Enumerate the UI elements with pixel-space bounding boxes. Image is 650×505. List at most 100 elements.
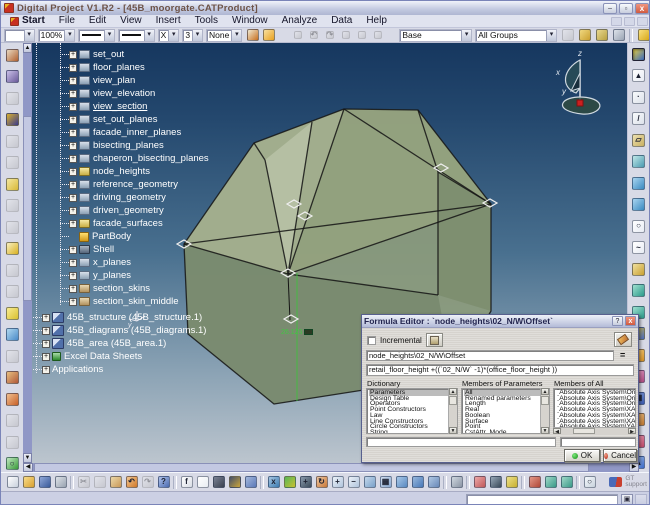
wizard-button[interactable]: [426, 333, 443, 347]
hide-show-icon[interactable]: [472, 475, 487, 490]
expand-icon[interactable]: +: [69, 168, 77, 176]
new-doc-icon[interactable]: [5, 475, 20, 490]
expand-icon[interactable]: +: [69, 116, 77, 124]
paint-match-icon[interactable]: [261, 28, 276, 43]
dialog-help-button[interactable]: ?: [612, 316, 623, 326]
menu-tools[interactable]: Tools: [188, 15, 225, 27]
expand-icon[interactable]: +: [69, 246, 77, 254]
workbench-icon[interactable]: [636, 28, 650, 43]
incremental-checkbox[interactable]: [367, 336, 376, 345]
help-arrow-icon[interactable]: ?: [156, 475, 171, 490]
part-red-icon[interactable]: [527, 475, 542, 490]
separator[interactable]: [465, 475, 471, 490]
offset-surface-icon[interactable]: [631, 283, 647, 299]
dictionary-list[interactable]: ParametersDesign TableOperatorsPoint Con…: [366, 388, 458, 434]
expand-icon[interactable]: +: [69, 181, 77, 189]
fit-all-icon[interactable]: [282, 475, 297, 490]
compass[interactable]: z x y: [549, 47, 611, 123]
menu-view[interactable]: View: [113, 15, 149, 27]
expand-icon[interactable]: +: [69, 103, 77, 111]
expand-icon[interactable]: +: [42, 327, 50, 335]
line-weight-dropdown[interactable]: ▾: [78, 29, 115, 42]
scroll-up-icon[interactable]: ▲: [449, 388, 457, 395]
cut-icon[interactable]: ✂: [76, 475, 91, 490]
scroll-right-icon[interactable]: ▶: [628, 428, 636, 434]
part-teal2-icon[interactable]: [559, 475, 574, 490]
wire-icon[interactable]: [4, 348, 20, 364]
members-all-hscrollbar[interactable]: ◀ ▶: [553, 427, 636, 434]
separator[interactable]: [442, 475, 448, 490]
dictionary-scrollbar[interactable]: ▲ ▼: [448, 388, 457, 434]
binoculars-icon[interactable]: [4, 112, 20, 128]
point-icon[interactable]: ·: [631, 89, 647, 105]
iso-box-icon[interactable]: [394, 475, 409, 490]
copy-view-icon[interactable]: [4, 133, 20, 149]
formula-input-field[interactable]: retail_floor_height +((`02_N/W` -1)*(off…: [366, 364, 634, 376]
tree-item[interactable]: + view_elevation: [60, 87, 209, 100]
revolve-icon[interactable]: [631, 175, 647, 191]
erase-formula-button[interactable]: [614, 332, 632, 347]
members-params-scrollbar[interactable]: ▲ ▼: [540, 388, 549, 434]
scroll-up-icon[interactable]: ▲: [23, 43, 32, 53]
scroll-down-icon[interactable]: ▼: [449, 427, 457, 434]
iso-view-box-icon[interactable]: [631, 46, 647, 62]
knife-icon-1[interactable]: [594, 28, 609, 43]
group-icon[interactable]: [4, 413, 20, 429]
tree-item[interactable]: + PartBody: [60, 230, 209, 243]
chevron-down-icon[interactable]: ▾: [546, 30, 556, 41]
groups-dropdown[interactable]: All Groups ▾: [475, 29, 557, 42]
power-input-exec-button[interactable]: ▣: [621, 494, 633, 505]
rotate-icon[interactable]: ↻: [314, 475, 329, 490]
separator[interactable]: [69, 475, 75, 490]
scroll-down-icon[interactable]: ▼: [541, 427, 549, 434]
erase-alt-icon[interactable]: [4, 198, 20, 214]
tree-vertical-scrollbar[interactable]: ▲ ▼: [23, 43, 32, 463]
circle-icon[interactable]: ○: [631, 218, 647, 234]
expand-icon[interactable]: +: [69, 207, 77, 215]
knife-icon-2[interactable]: [611, 28, 626, 43]
cancel-button[interactable]: Cancel: [603, 449, 637, 462]
hand-icon[interactable]: [4, 284, 20, 300]
chevron-down-icon[interactable]: ▾: [64, 30, 74, 41]
paste-view-icon[interactable]: [4, 155, 20, 171]
palette-icon[interactable]: [4, 370, 20, 386]
paste-icon[interactable]: [108, 475, 123, 490]
lock-icon[interactable]: [227, 475, 242, 490]
expand-icon[interactable]: +: [69, 142, 77, 150]
axis-tool-icon[interactable]: [4, 391, 20, 407]
expand-icon[interactable]: +: [69, 64, 77, 72]
catalog-folder-icon[interactable]: [577, 28, 592, 43]
tree-item[interactable]: + y_planes: [60, 269, 209, 282]
result-field[interactable]: [366, 437, 556, 447]
expand-icon[interactable]: +: [69, 129, 77, 137]
members-params-list[interactable]: AllRenamed parametersLengthRealBooleanSu…: [461, 388, 550, 434]
chevron-down-icon[interactable]: ▾: [192, 30, 202, 41]
battery-icon[interactable]: [504, 475, 519, 490]
spline-icon[interactable]: ~: [631, 240, 647, 256]
dialog-title-bar[interactable]: Formula Editor : `node_heights\02_N/W\Of…: [362, 315, 638, 328]
knowledge-icon[interactable]: [243, 475, 258, 490]
comment-icon[interactable]: [195, 475, 210, 490]
view-mode-icon[interactable]: [4, 69, 20, 85]
page-setup-icon[interactable]: [4, 90, 20, 106]
zoom-area-icon[interactable]: ○: [582, 475, 597, 490]
normal-view-icon[interactable]: [362, 475, 377, 490]
scrollbar-thumb[interactable]: [23, 116, 32, 301]
expand-icon[interactable]: +: [69, 77, 77, 85]
tree-item[interactable]: + section_skin_middle: [60, 295, 209, 308]
eraser-yellow-icon[interactable]: [4, 176, 20, 192]
tree-item[interactable]: + facade_surfaces: [60, 217, 209, 230]
scrollbar-thumb[interactable]: [34, 463, 589, 472]
tree-item[interactable]: + Shell: [60, 243, 209, 256]
tree-item[interactable]: + driving_geometry: [60, 191, 209, 204]
expand-icon[interactable]: +: [69, 298, 77, 306]
separator[interactable]: [172, 475, 178, 490]
list-item[interactable]: CstAttr_Mode: [464, 430, 548, 434]
eraser-blue-icon[interactable]: [4, 327, 20, 343]
chevron-down-icon[interactable]: ▾: [168, 30, 178, 41]
zoom-in-icon[interactable]: +: [330, 475, 345, 490]
link-icon-1[interactable]: [354, 28, 369, 43]
tree-item[interactable]: + Applications: [33, 363, 206, 376]
scroll-right-icon[interactable]: ▶: [629, 463, 639, 472]
chevron-down-icon[interactable]: ▾: [104, 30, 114, 41]
